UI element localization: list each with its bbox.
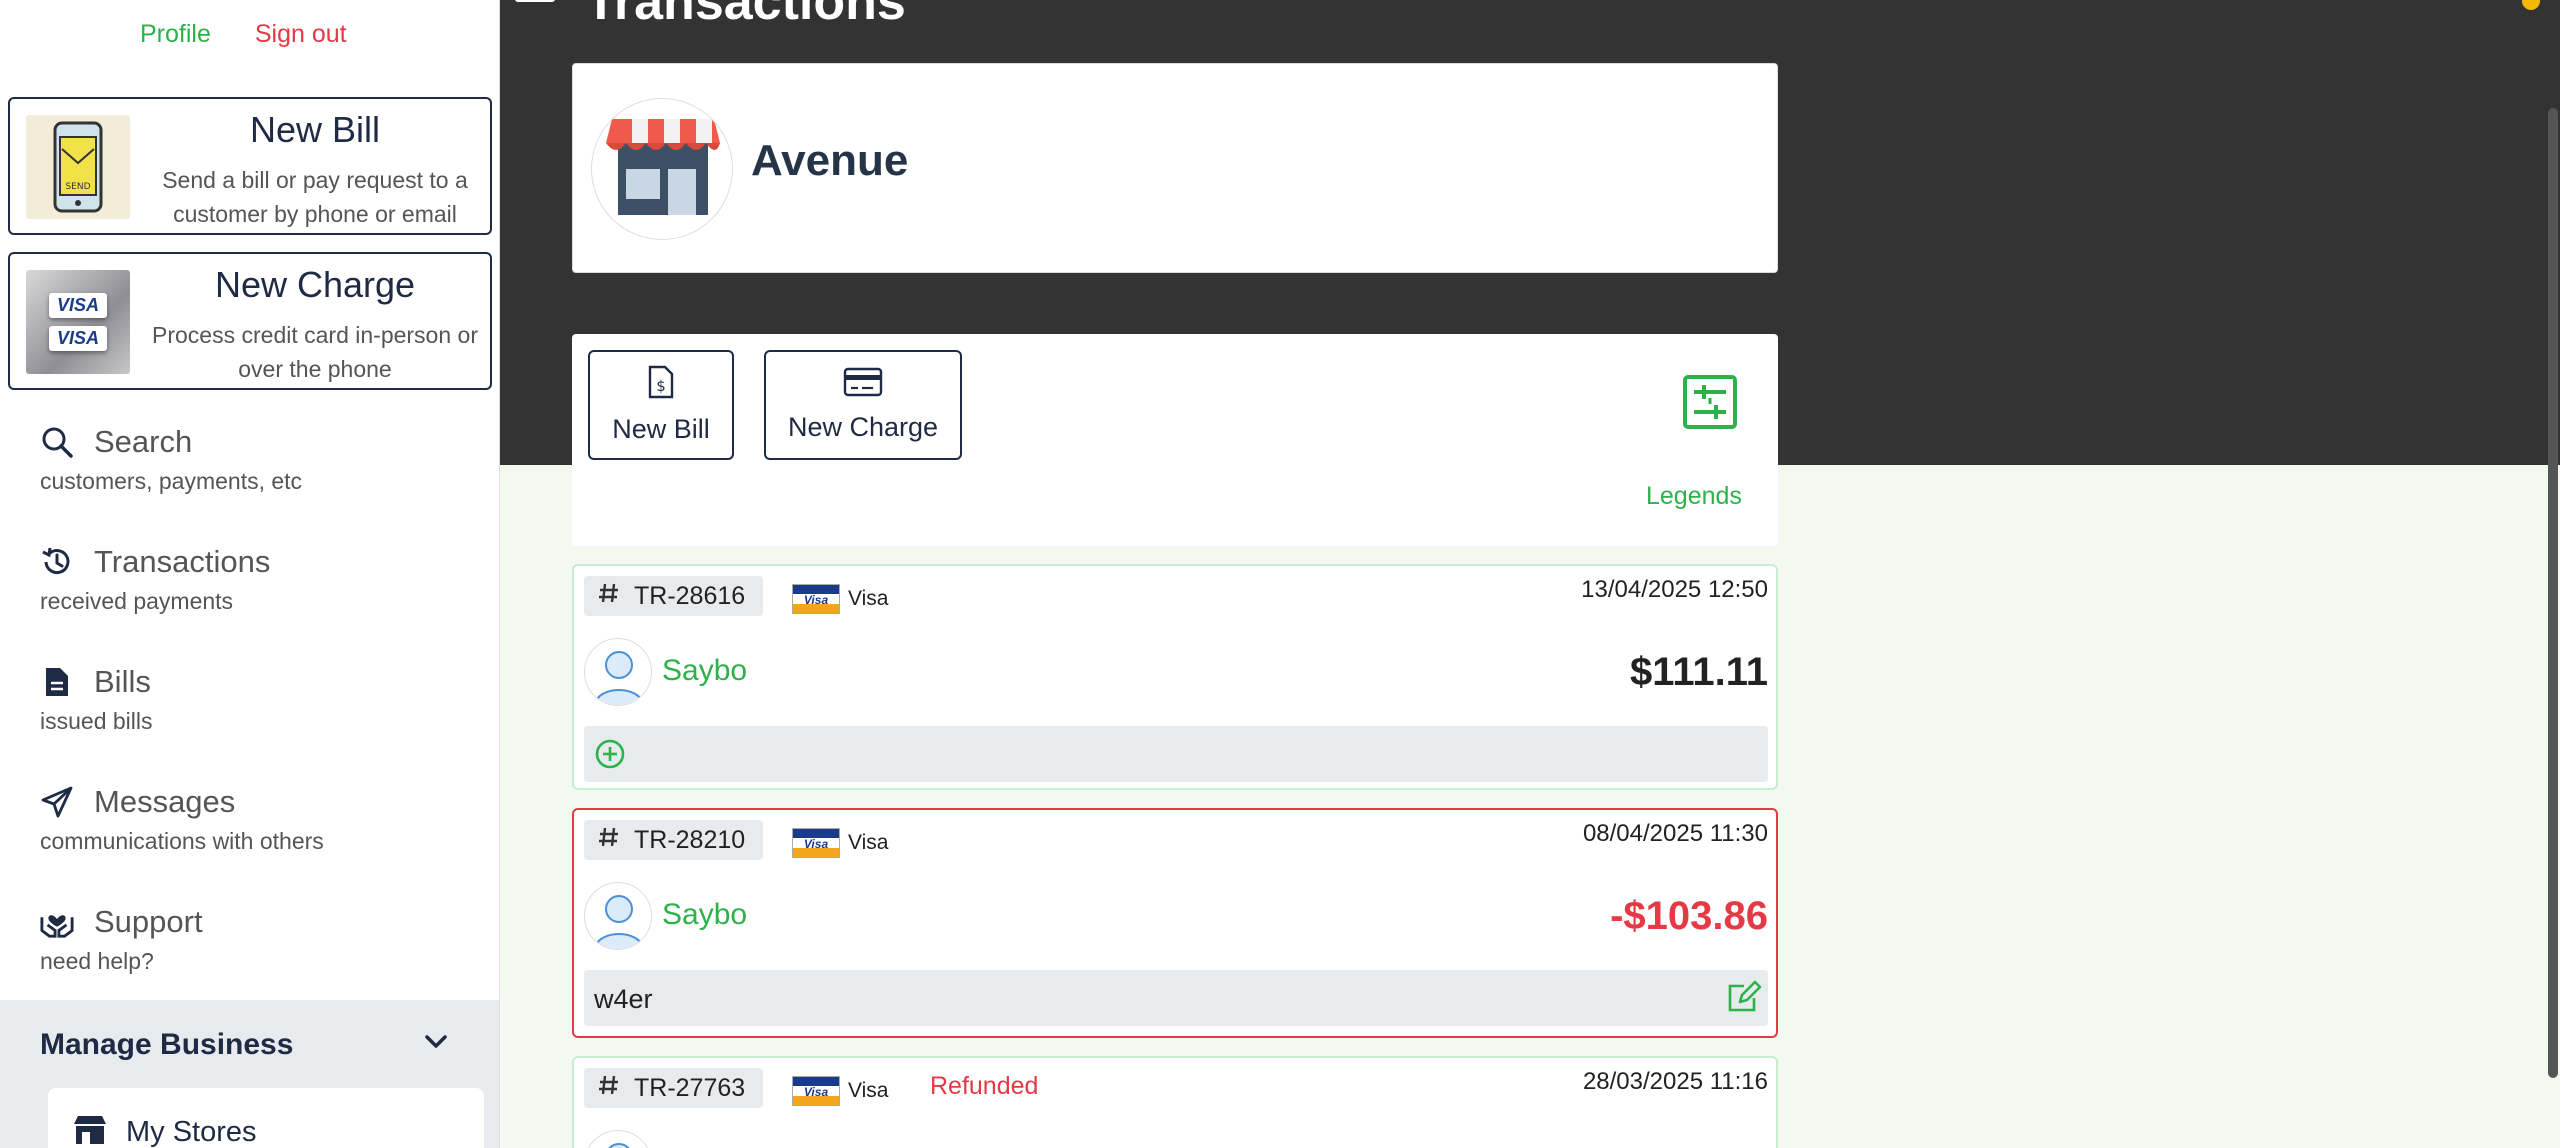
my-stores-label: My Stores (126, 1116, 257, 1148)
transaction-amount: -$103.86 (1610, 894, 1768, 938)
search-icon (40, 425, 74, 459)
transaction-amount: $111.11 (1630, 650, 1768, 694)
new-bill-description: Send a bill or pay request to a customer… (162, 167, 468, 227)
customer-avatar-icon (584, 1130, 652, 1148)
transaction-note: w4er (594, 984, 653, 1014)
card-brand: Visa Visa (792, 828, 888, 858)
nav-item-transactions[interactable]: Transactions received payments (40, 540, 480, 615)
edit-note-icon[interactable] (1726, 980, 1762, 1019)
transaction-date: 13/04/2025 12:50 (1581, 576, 1768, 603)
nav-item-bills[interactable]: Bills issued bills (40, 660, 480, 735)
card-brand: Visa Visa (792, 1076, 888, 1106)
nav-item-search[interactable]: Search customers, payments, etc (40, 420, 480, 495)
customer-name[interactable]: Saybo (662, 654, 747, 688)
nav-sub: customers, payments, etc (40, 468, 303, 494)
action-panel: $ New Bill New Charge Legends (572, 334, 1778, 546)
svg-text:$: $ (656, 377, 666, 395)
transaction-id: TR-27763 (584, 1068, 764, 1108)
svg-text:SEND: SEND (65, 182, 90, 192)
credit-card-icon (843, 367, 883, 402)
hash-icon (598, 582, 620, 611)
store-card[interactable]: Avenue (572, 63, 1778, 273)
scrollbar-thumb[interactable] (2548, 108, 2558, 1078)
store-name: Avenue (751, 136, 909, 185)
nav-sub: communications with others (40, 828, 324, 854)
storefront-icon (591, 98, 733, 240)
document-icon (40, 665, 74, 699)
new-charge-card[interactable]: VISA VISA New Charge Process credit card… (8, 252, 492, 390)
paper-plane-icon (40, 785, 74, 819)
nav-item-messages[interactable]: Messages communications with others (40, 780, 480, 855)
customer-avatar-icon (584, 638, 652, 706)
nav-label: Search (94, 424, 193, 459)
transaction-card[interactable]: TR-28210 Visa Visa 08/04/2025 11:30 Sayb… (572, 808, 1778, 1038)
phone-envelope-icon: SEND (26, 115, 130, 219)
account-links: Profile Sign out (140, 20, 347, 49)
note-bar: w4er (584, 970, 1768, 1026)
nav-label: Support (94, 904, 203, 939)
store-icon (72, 1114, 108, 1148)
nav-item-support[interactable]: Support need help? (40, 900, 480, 975)
new-charge-description: Process credit card in-person or over th… (152, 322, 478, 382)
history-icon (40, 545, 74, 579)
main-scrollbar[interactable] (2546, 50, 2560, 1078)
nav-sub: issued bills (40, 708, 153, 734)
refunded-status: Refunded (930, 1072, 1039, 1100)
credit-cards-icon: VISA VISA (26, 270, 130, 374)
legends-link[interactable]: Legends (1646, 482, 1742, 511)
chevron-down-icon[interactable] (422, 1032, 450, 1057)
hash-icon (598, 1074, 620, 1103)
sidebar: Profile Sign out SEND New Bill Send a bi… (0, 0, 500, 1148)
visa-card-icon: Visa (792, 1076, 840, 1106)
transaction-date: 08/04/2025 11:30 (1582, 820, 1768, 847)
support-hands-icon (40, 905, 74, 939)
invoice-icon: $ (648, 365, 674, 404)
transaction-id: TR-28616 (584, 576, 764, 616)
transaction-id: TR-28210 (584, 820, 764, 860)
page-title: Transactions (585, 0, 906, 31)
my-stores-item[interactable]: My Stores (48, 1088, 484, 1148)
visa-card-icon: Visa (792, 584, 840, 614)
card-brand: Visa Visa (792, 584, 888, 614)
add-note-icon[interactable] (594, 738, 626, 775)
hash-icon (598, 826, 620, 855)
transaction-card[interactable]: TR-27763 Visa Visa Refunded 28/03/2025 1… (572, 1056, 1778, 1148)
manage-business-section: Manage Business My Stores (0, 1000, 499, 1148)
profile-link[interactable]: Profile (140, 20, 211, 49)
new-bill-button[interactable]: $ New Bill (588, 350, 734, 460)
nav-label: Messages (94, 784, 236, 819)
transaction-date: 28/03/2025 11:16 (1582, 1068, 1768, 1095)
nav-sub: need help? (40, 948, 154, 974)
new-charge-title: New Charge (214, 264, 416, 305)
new-charge-button[interactable]: New Charge (764, 350, 962, 460)
customer-name[interactable]: Saybo (662, 898, 747, 932)
nav-sub: received payments (40, 588, 234, 614)
customer-avatar-icon (584, 882, 652, 950)
sign-out-link[interactable]: Sign out (255, 20, 347, 49)
note-bar (584, 726, 1768, 782)
new-bill-card[interactable]: SEND New Bill Send a bill or pay request… (8, 97, 492, 235)
transaction-card[interactable]: TR-28616 Visa Visa 13/04/2025 12:50 Sayb… (572, 564, 1778, 790)
filter-sliders-icon[interactable] (1682, 374, 1738, 435)
menu-toggle-icon[interactable] (515, 0, 555, 2)
manage-business-header[interactable]: Manage Business (40, 1028, 293, 1062)
nav-label: Transactions (94, 544, 271, 579)
visa-card-icon: Visa (792, 828, 840, 858)
nav-label: Bills (94, 664, 151, 699)
new-bill-title: New Bill (249, 109, 381, 150)
